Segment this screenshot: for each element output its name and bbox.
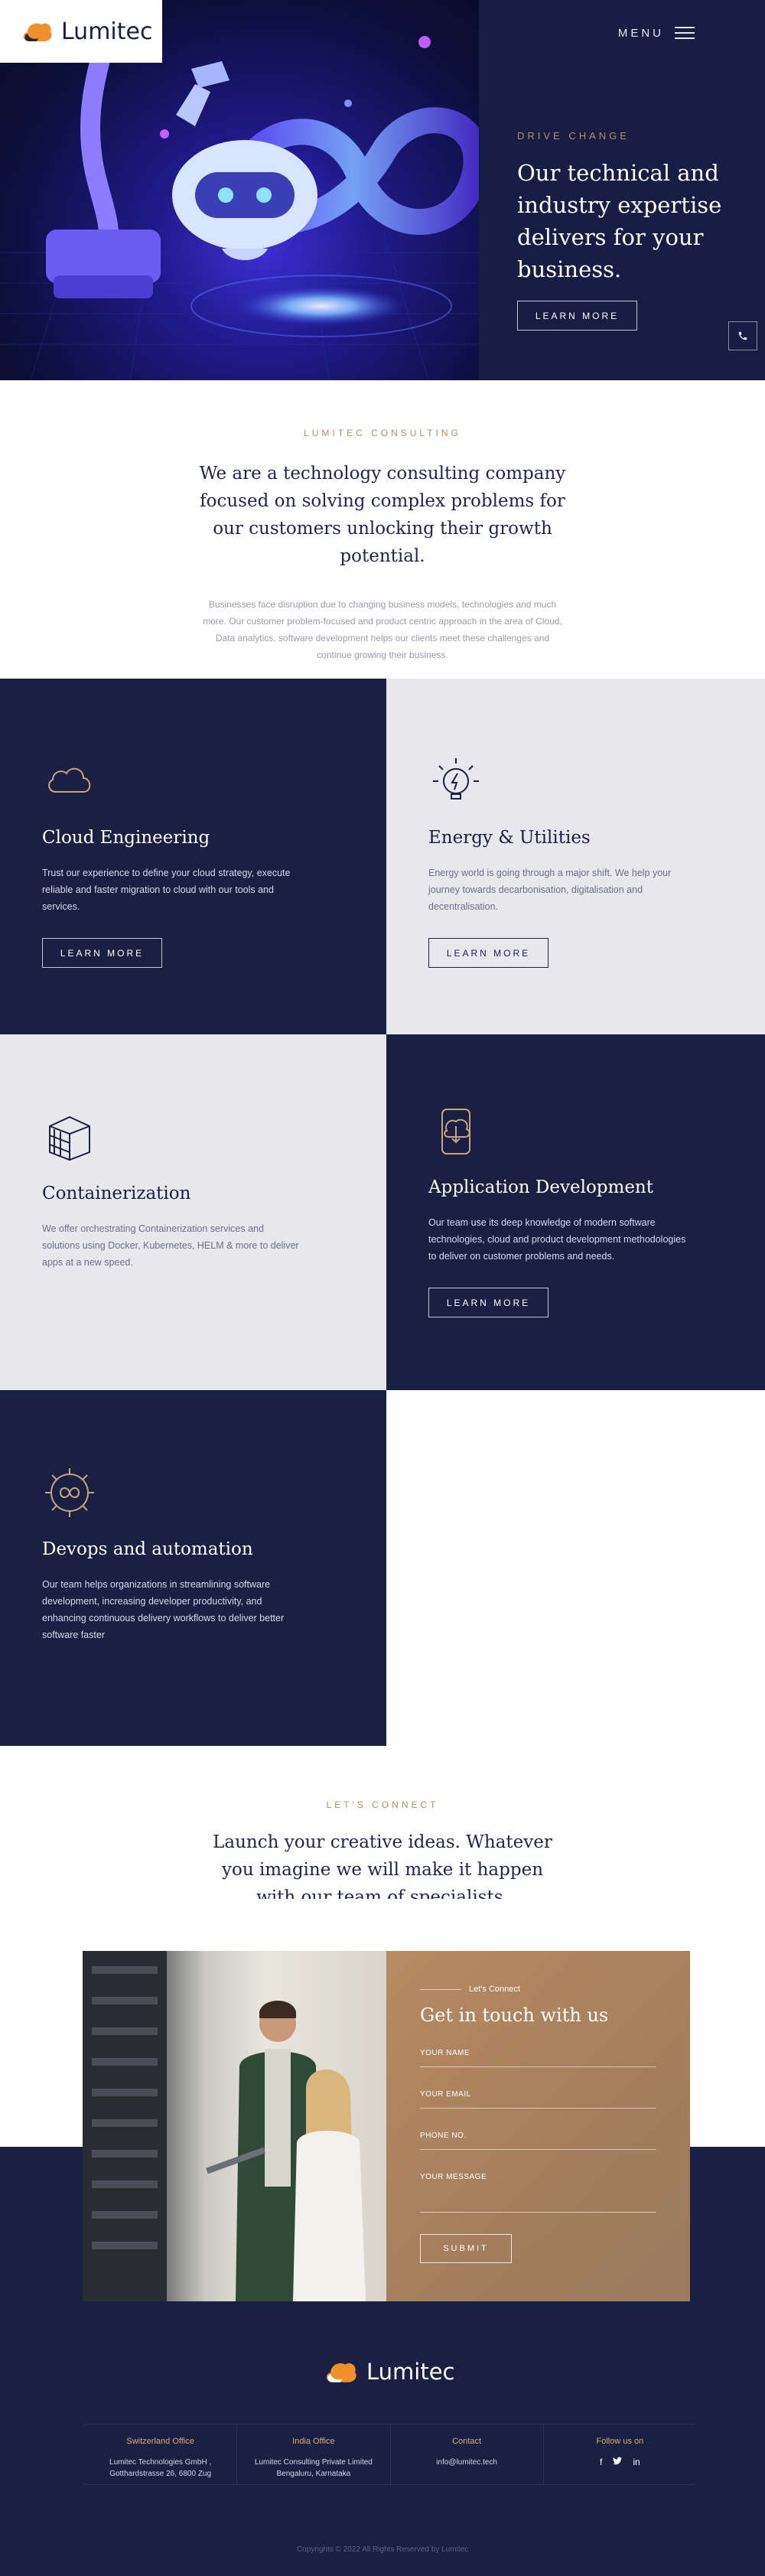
service-tile-energy-utilities: Energy & Utilities Energy world is going… [386, 679, 765, 1034]
gear-infinity-icon [45, 1468, 94, 1517]
lumitec-logo-icon [23, 23, 52, 41]
message-field[interactable]: YOUR MESSAGE [420, 2173, 656, 2213]
footer-columns: Switzerland Office Lumitec Technologies … [84, 2424, 696, 2485]
phone-field[interactable]: PHONE NO. [420, 2131, 656, 2150]
hero-kicker: DRIVE CHANGE [517, 130, 630, 142]
services-grid: Cloud Engineering Trust our experience t… [0, 679, 765, 1746]
team-photo-illustration [83, 1951, 366, 2301]
email-field[interactable]: YOUR EMAIL [420, 2090, 656, 2109]
footer-col-follow: Follow us on f in [596, 2437, 644, 2467]
service-text: Our team use its deep knowledge of moder… [428, 1217, 686, 1262]
submit-button[interactable]: SUBMIT [420, 2234, 512, 2263]
intro-kicker: LUMITEC CONSULTING [304, 428, 461, 438]
form-title: Get in touch with us [420, 2004, 609, 2026]
lightbulb-icon [433, 758, 479, 800]
service-title: Cloud Engineering [42, 828, 210, 848]
energy-learn-more-button[interactable]: LEARN MORE [428, 938, 549, 968]
contact-section: Let's Connect Get in touch with us YOUR … [0, 1899, 765, 2301]
footer-logo[interactable]: Lumitec [322, 2358, 455, 2385]
hero-text-panel: MENU DRIVE CHANGE Our technical and indu… [479, 0, 765, 380]
service-tile-cloud-engineering: Cloud Engineering Trust our experience t… [0, 679, 386, 1034]
service-title: Devops and automation [42, 1539, 253, 1559]
service-text: Our team helps organizations in streamli… [42, 1579, 285, 1640]
copyright: Copyrights © 2022 All Rights Reserved by… [296, 2545, 469, 2554]
footer-col-switzerland: Switzerland Office Lumitec Technologies … [84, 2425, 238, 2484]
team-photo [83, 1951, 386, 2301]
phone-call-button[interactable] [728, 321, 757, 350]
intro-title: We are a technology consulting company f… [199, 464, 566, 566]
intro-section: LUMITEC CONSULTING We are a technology c… [0, 380, 765, 679]
service-text: Energy world is going through a major sh… [428, 868, 672, 912]
twitter-icon[interactable] [613, 2457, 623, 2467]
menu-label: MENU [617, 26, 664, 40]
name-field[interactable]: YOUR NAME [420, 2049, 656, 2067]
facebook-icon[interactable]: f [600, 2457, 602, 2467]
hero-title: Our technical and industry expertise del… [517, 160, 722, 282]
menu-toggle[interactable]: MENU [618, 23, 695, 43]
service-tile-containerization: Containerization We offer orchestrating … [0, 1034, 386, 1390]
empty-tile [386, 1390, 765, 1746]
brand-name: Lumitec [61, 18, 153, 45]
service-tile-application-development: Application Development Our team use its… [386, 1034, 765, 1390]
linkedin-icon[interactable]: in [633, 2457, 640, 2467]
service-tile-devops-automation: Devops and automation Our team helps org… [0, 1390, 386, 1746]
intro-body: Businesses face disruption due to changi… [203, 599, 562, 660]
contact-form: Let's Connect Get in touch with us YOUR … [386, 1951, 690, 2301]
containers-icon [49, 1115, 90, 1161]
phone-icon [738, 331, 747, 340]
cloud-icon [48, 767, 91, 793]
service-text: Trust our experience to define your clou… [42, 868, 291, 912]
contact-card: Let's Connect Get in touch with us YOUR … [83, 1951, 690, 2301]
phone-download-icon [441, 1109, 470, 1154]
footer-col-contact: Contact info@lumitec.tech [391, 2425, 544, 2484]
logo[interactable]: Lumitec [0, 0, 162, 63]
cloud-learn-more-button[interactable]: LEARN MORE [42, 938, 162, 968]
connect-kicker: LET'S CONNECT [326, 1799, 439, 1810]
service-title: Containerization [42, 1184, 191, 1203]
hero-section: MENU DRIVE CHANGE Our technical and indu… [0, 0, 765, 380]
hero-learn-more-button[interactable]: LEARN MORE [517, 301, 637, 331]
appdev-learn-more-button[interactable]: LEARN MORE [428, 1288, 549, 1317]
footer-brand-name: Lumitec [366, 2359, 455, 2385]
service-title: Energy & Utilities [428, 828, 591, 848]
service-text: We offer orchestrating Containerization … [42, 1223, 299, 1268]
hamburger-icon [675, 23, 695, 43]
contact-email-link[interactable]: info@lumitec.tech [436, 2458, 497, 2467]
lumitec-logo-icon [326, 2363, 356, 2382]
service-title: Application Development [428, 1177, 653, 1197]
connect-section: LET'S CONNECT Launch your creative ideas… [0, 1746, 765, 1907]
form-kicker: Let's Connect [420, 1985, 656, 1994]
footer-col-india: India Office Lumitec Consulting Private … [237, 2425, 391, 2484]
